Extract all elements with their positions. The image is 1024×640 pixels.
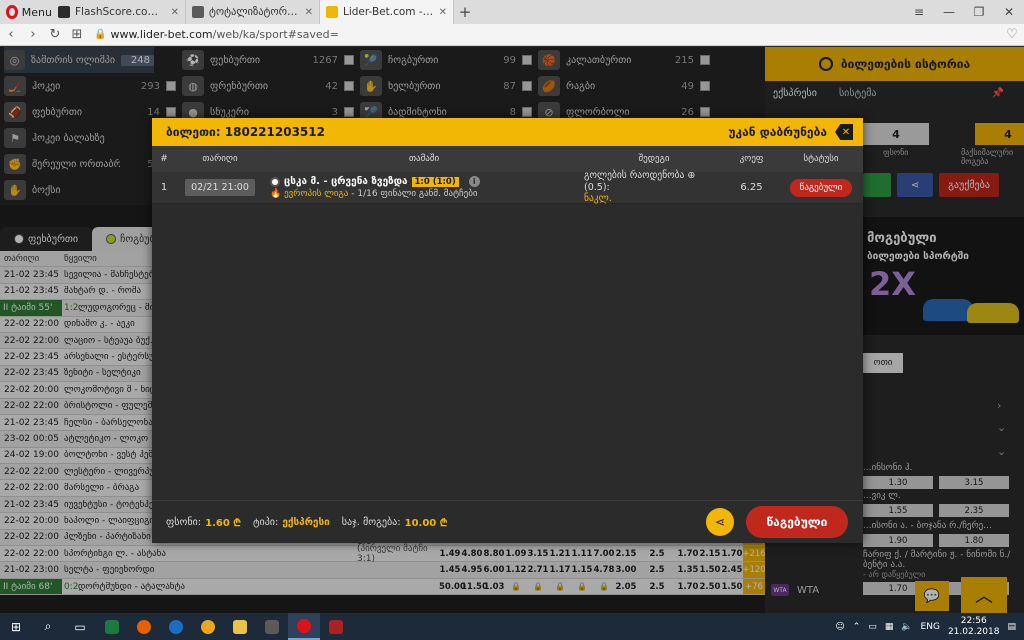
- event-score: 1:0 (1:0): [411, 176, 459, 187]
- windows-taskbar: ⊞ ⌕ ▭ ☺ ⌃ ▭ ▦ 🔈 ENG 22:56 21.02.2018 ▤: [0, 613, 1024, 640]
- possible-win-label: საჯ. მოგება:: [341, 516, 401, 528]
- system-tray: ☺ ⌃ ▭ ▦ 🔈 ENG 22:56 21.02.2018 ▤: [835, 616, 1024, 637]
- share-ticket-button[interactable]: ⋖: [706, 508, 734, 536]
- browser-tab-bar: Menu FlashScore.com: Live Footb ✕ ტოტალი…: [0, 0, 1024, 24]
- network-icon[interactable]: ▦: [885, 622, 894, 632]
- task-view-icon[interactable]: ▭: [64, 613, 96, 640]
- bookmark-heart-icon[interactable]: ♡: [1000, 27, 1024, 42]
- language-indicator[interactable]: ENG: [921, 622, 940, 632]
- tab-title: Lider-Bet.com - Sports and: [343, 6, 434, 18]
- edge-icon[interactable]: [160, 613, 192, 640]
- notifications-icon[interactable]: ▤: [1007, 622, 1016, 632]
- possible-win-value: 10.00 ₾: [404, 518, 448, 529]
- windows-start-icon[interactable]: ⊞: [0, 613, 32, 640]
- menu-label: Menu: [21, 5, 52, 19]
- close-tab-icon[interactable]: ✕: [439, 7, 447, 18]
- stake-value: 1.60 ₾: [205, 518, 241, 529]
- bet-market: გოლების რაოდენობა ⊕ (0.5): ნაკლ.: [584, 170, 724, 206]
- stake-label: ფსონი:: [166, 516, 202, 528]
- bet-num: 1: [160, 182, 168, 193]
- address-bar: ‹ › ↻ ⊞ 🔒 www.lider-bet.com/web/ka/sport…: [0, 24, 1024, 46]
- ticket-bet-row: 1 02/21 21:00 ცსკა მ. - ცრვენა ზვეზდა 1:…: [152, 170, 863, 206]
- league-name: ევროპის ლიგა: [284, 189, 349, 199]
- tab-title: FlashScore.com: Live Footb: [75, 6, 166, 18]
- app-icon[interactable]: [320, 613, 352, 640]
- battery-icon[interactable]: ▭: [868, 622, 877, 632]
- ticket-label: ბილეთი:: [166, 125, 221, 139]
- opera-logo-icon: [6, 5, 18, 19]
- restore-icon[interactable]: ❐: [964, 0, 994, 24]
- ticket-id: 180221203512: [224, 125, 325, 139]
- col-num: #: [160, 154, 168, 164]
- modal-header: ბილეთი: 180221203512 უკან დაბრუნება ✕: [152, 118, 863, 146]
- browser-tab-liderbet[interactable]: Lider-Bet.com - Sports and ✕: [320, 0, 454, 24]
- media-player-icon[interactable]: [256, 613, 288, 640]
- bet-odd: 6.25: [740, 182, 763, 193]
- minimize-icon[interactable]: —: [934, 0, 964, 24]
- close-tab-icon[interactable]: ✕: [171, 7, 179, 18]
- col-status: სტატუსი: [803, 154, 839, 164]
- bet-date: 02/21 21:00: [176, 179, 264, 196]
- backspace-close-icon[interactable]: ✕: [835, 124, 853, 140]
- share-icon: ⋖: [714, 515, 726, 529]
- opera-taskbar-icon[interactable]: [288, 613, 320, 640]
- col-market: შედეგი: [638, 154, 670, 164]
- flashscore-favicon-icon: [58, 6, 70, 18]
- excel-icon[interactable]: [96, 613, 128, 640]
- url-field[interactable]: www.lider-bet.com/web/ka/sport#saved=: [110, 28, 1000, 41]
- ticket-result-button[interactable]: წაგებული: [746, 506, 848, 538]
- back-button[interactable]: უკან დაბრუნება ✕: [728, 124, 853, 140]
- chrome-icon[interactable]: [192, 613, 224, 640]
- tab-title: ტოტალიზატორი -> თბ: [209, 6, 300, 18]
- league-stage: - 1/16 ფინალი განმ. მატჩები: [351, 189, 478, 199]
- file-explorer-icon[interactable]: [224, 613, 256, 640]
- soccer-ball-icon: [270, 176, 280, 187]
- back-icon[interactable]: ‹: [0, 27, 22, 42]
- people-icon[interactable]: ☺: [835, 622, 844, 632]
- status-badge: წაგებული: [790, 178, 852, 197]
- window-menu-icon[interactable]: ≡: [904, 0, 934, 24]
- search-icon[interactable]: ⌕: [32, 613, 64, 640]
- col-event: თამაში: [408, 154, 440, 164]
- taskbar-clock[interactable]: 22:56 21.02.2018: [948, 616, 1000, 637]
- bet-event: ცსკა მ. - ცრვენა ზვეზდა 1:0 (1:0) i 🔥 ევ…: [264, 176, 584, 199]
- firefox-icon[interactable]: [128, 613, 160, 640]
- opera-menu-button[interactable]: Menu: [0, 0, 52, 24]
- type-label: ტიპი:: [252, 516, 279, 528]
- event-name: ცსკა მ. - ცრვენა ზვეზდა: [284, 176, 408, 187]
- lock-icon: 🔒: [94, 29, 107, 40]
- info-icon[interactable]: i: [468, 176, 480, 187]
- browser-tab-flashscore[interactable]: FlashScore.com: Live Footb ✕: [52, 0, 186, 24]
- ticket-details-modal: ბილეთი: 180221203512 უკან დაბრუნება ✕ # …: [152, 118, 863, 543]
- reload-icon[interactable]: ↻: [44, 27, 66, 42]
- col-odd: კოეფ: [739, 154, 764, 164]
- liderbet-favicon-icon: [326, 6, 338, 18]
- tray-arrow-icon[interactable]: ⌃: [853, 622, 861, 632]
- speed-dial-icon[interactable]: ⊞: [66, 27, 88, 42]
- volume-icon[interactable]: 🔈: [901, 622, 912, 632]
- window-controls: ≡ — ❐ ✕: [904, 0, 1024, 24]
- bet-status: წაგებული: [779, 178, 863, 197]
- modal-column-headers: # თარიღი თამაში შედეგი კოეფ სტატუსი: [152, 146, 863, 172]
- col-date: თარიღი: [202, 154, 238, 164]
- new-tab-button[interactable]: +: [454, 0, 476, 24]
- bet-selection: ნაკლ.: [584, 193, 612, 205]
- forward-icon[interactable]: ›: [22, 27, 44, 42]
- browser-tab-totalizator[interactable]: ტოტალიზატორი -> თბ ✕: [186, 0, 320, 24]
- fire-icon: 🔥: [270, 189, 282, 199]
- modal-footer: ფსონი: 1.60 ₾ ტიპი: ექსპრესი საჯ. მოგება…: [152, 500, 863, 543]
- totalizator-favicon-icon: [192, 6, 204, 18]
- close-window-icon[interactable]: ✕: [994, 0, 1024, 24]
- close-tab-icon[interactable]: ✕: [305, 7, 313, 18]
- type-value: ექსპრესი: [282, 516, 330, 528]
